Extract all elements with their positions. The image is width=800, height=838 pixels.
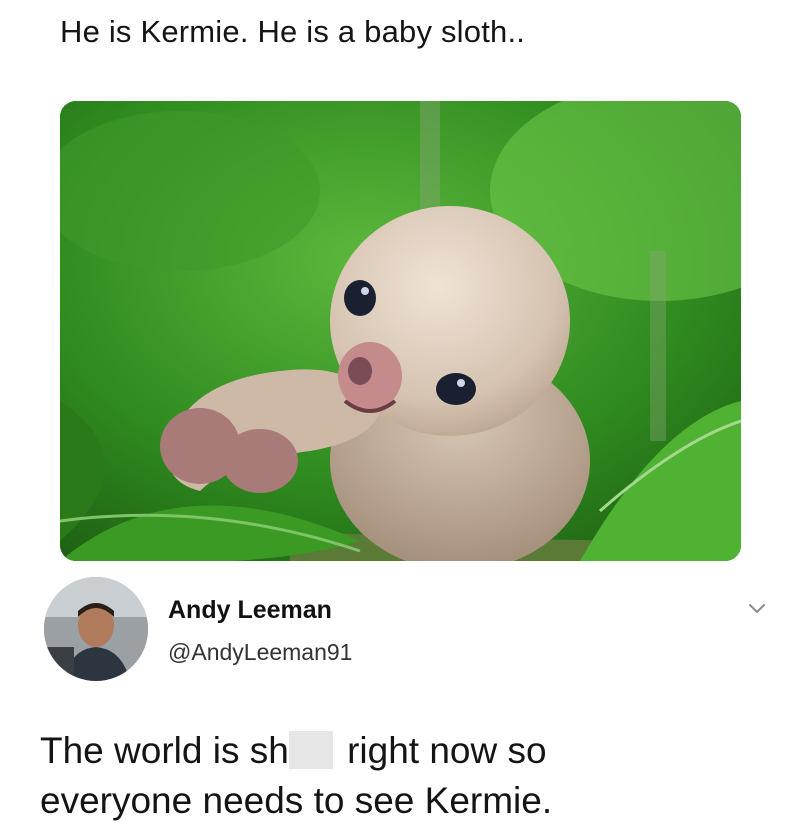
tweet-author[interactable]: Andy Leeman @AndyLeeman91 — [40, 577, 770, 687]
sloth-photo — [60, 101, 741, 561]
avatar[interactable] — [44, 577, 148, 681]
tweet-text-part2: right now so — [336, 730, 547, 771]
user-handle[interactable]: @AndyLeeman91 — [168, 639, 352, 666]
display-name[interactable]: Andy Leeman — [168, 596, 332, 625]
chevron-down-icon[interactable] — [744, 595, 770, 621]
censor-block — [288, 731, 333, 769]
tweet-text: The world is sh right now so everyone ne… — [40, 726, 760, 826]
tweet-text-line2: everyone needs to see Kermie. — [40, 780, 553, 821]
post-caption: He is Kermie. He is a baby sloth.. — [60, 14, 526, 49]
tweet-text-part1: The world is sh — [40, 730, 289, 771]
